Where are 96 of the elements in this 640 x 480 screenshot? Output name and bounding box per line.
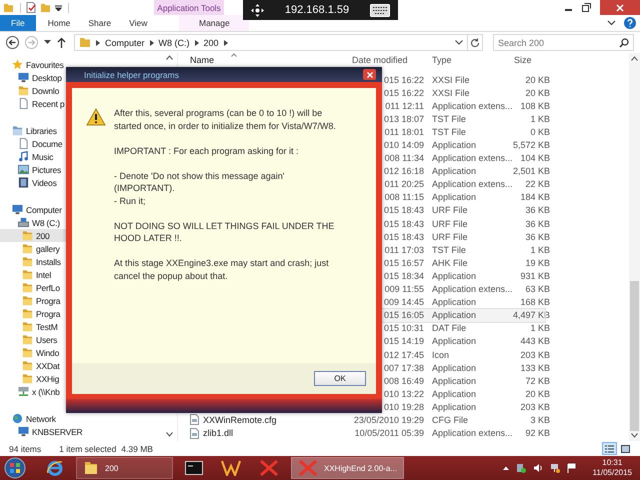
selection-size: 4.39 MB (121, 444, 153, 454)
size-cell: 203 KB (520, 350, 550, 360)
size-cell: 931 KB (520, 270, 550, 281)
type-cell: TST File (432, 126, 466, 137)
size-cell: 104 KB (520, 153, 550, 164)
date-cell: 015 18:43 (384, 205, 424, 216)
size-cell: 1 KB (530, 114, 550, 124)
size-cell: 19 KB (525, 258, 550, 268)
date-cell: 10/05/2011 05:39 (354, 428, 424, 438)
type-cell: Application (432, 140, 476, 150)
date-cell: 011 20:25 (384, 179, 424, 190)
date-cell: 011 17:03 (384, 244, 424, 255)
type-cell: Application (432, 310, 476, 320)
date-cell: 008 16:49 (384, 376, 424, 386)
file-name: zlib1.dll (203, 428, 234, 438)
type-cell: DAT File (432, 323, 466, 334)
date-cell: 23/05/2010 19:29 (354, 414, 424, 425)
type-cell: CFG File (432, 414, 468, 425)
date-cell: 010 19:28 (384, 402, 424, 412)
type-cell: Icon (432, 350, 450, 360)
type-cell: Application (432, 402, 476, 412)
type-cell: Application extens... (432, 100, 513, 111)
size-cell: 36 KB (525, 232, 550, 242)
size-cell: 184 KB (520, 192, 550, 202)
date-cell: 015 18:34 (384, 270, 424, 281)
size-cell: 0 KB (530, 126, 550, 137)
size-cell: 72 KB (525, 376, 550, 386)
type-cell: Application (432, 192, 476, 202)
size-cell: 108 KB (520, 100, 550, 111)
dialog-title: Initialize helper programs (84, 70, 179, 80)
size-cell: 1 KB (530, 323, 550, 334)
date-cell: 008 11:15 (384, 192, 424, 202)
size-cell: 5,572 KB (512, 140, 550, 150)
date-cell: 012 16:18 (384, 166, 424, 176)
date-cell: 015 18:43 (384, 232, 424, 242)
date-cell: 015 16:22 (384, 88, 424, 98)
selection-count: 1 item selected (59, 444, 116, 454)
date-cell: 010 14:09 (384, 140, 424, 150)
ip-address: 192.168.1.59 (284, 4, 350, 16)
size-cell: 168 KB (520, 297, 550, 308)
date-cell: 013 18:07 (384, 114, 424, 124)
date-cell: 010 13:22 (384, 388, 424, 399)
type-cell: Application extens... (432, 153, 513, 164)
type-cell: Application extens... (432, 179, 513, 190)
message-text: After this, several programs (can be 0 to 10 !) will be started once, in order to initialize them for Vista/W7/W8. (114, 107, 337, 132)
date-cell: 009 14:45 (384, 297, 424, 308)
type-cell: Application (432, 362, 476, 373)
message-text: IMPORTANT : For each program asking for it : (114, 144, 300, 157)
date-cell: 015 16:22 (384, 74, 424, 85)
date-cell: 011 18:01 (384, 126, 424, 137)
size-cell: 20 KB (525, 88, 550, 98)
type-cell: XXSI File (432, 74, 470, 85)
size-cell: 133 KB (520, 362, 550, 373)
date-cell: 015 10:31 (384, 323, 424, 334)
date-cell: 012 17:45 (384, 350, 424, 360)
size-cell: 203 KB (520, 402, 550, 412)
date-cell: 015 14:19 (384, 336, 424, 346)
size-cell: 22 KB (525, 179, 550, 190)
file-name: XXWinRemote.cfg (203, 414, 277, 425)
type-cell: Application (432, 388, 476, 399)
item-count: 94 items (9, 444, 42, 454)
message-text: At this stage XXEngine3.exe may start and crash; just cancel the popup about that. (114, 257, 330, 282)
size-cell: 1 KB (530, 244, 550, 255)
size-cell: 92 KB (525, 428, 550, 438)
type-cell: URF File (432, 218, 468, 229)
size-cell: 3 KB (530, 414, 550, 425)
type-cell: AHK File (432, 258, 468, 268)
size-cell: 63 KB (525, 284, 550, 294)
date-cell: 008 11:34 (384, 153, 424, 164)
size-cell: 20 KB (525, 388, 550, 399)
date-cell: 009 11:55 (384, 284, 424, 294)
size-cell: 2,501 KB (512, 166, 550, 176)
date-cell: 011 12:11 (385, 100, 424, 111)
type-cell: Application (432, 270, 476, 281)
context-tab-header: Application Tools (154, 0, 224, 15)
size-cell: 36 KB (525, 218, 550, 229)
size-cell: 443 KB (520, 336, 550, 346)
type-cell: URF File (432, 232, 468, 242)
type-cell: TST File (432, 114, 466, 124)
message-text: - Denote 'Do not show this message again' (IMPORTANT). - Run it; (114, 170, 286, 207)
type-cell: Application (432, 297, 476, 308)
type-cell: XXSI File (432, 88, 470, 98)
date-cell: 015 16:57 (384, 258, 424, 268)
type-cell: Application (432, 336, 476, 346)
date-cell: 015 18:43 (384, 218, 424, 229)
size-cell: 20 KB (525, 74, 550, 85)
size-cell: 36 KB (525, 205, 550, 216)
type-cell: Application extens... (432, 284, 513, 294)
type-cell: Application extens... (432, 428, 513, 438)
type-cell: TST File (432, 244, 466, 255)
type-cell: URF File (432, 205, 468, 216)
type-cell: Application (432, 376, 476, 386)
type-cell: Application (432, 166, 476, 176)
date-cell: 015 16:05 (384, 310, 424, 320)
message-text: NOT DOING SO WILL LET THINGS FAIL UNDER THE HOOD LATER !!. (114, 220, 336, 244)
date-cell: 007 17:38 (384, 362, 424, 373)
